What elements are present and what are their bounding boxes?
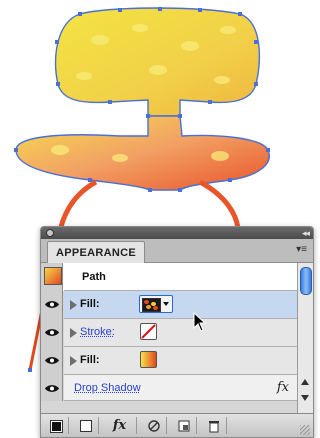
- eye-icon: [45, 385, 59, 392]
- effect-row-body: Drop Shadow fx: [64, 375, 297, 401]
- expand-triangle-icon[interactable]: [70, 328, 77, 338]
- fill-row-body: Fill:: [64, 291, 297, 319]
- fx-icon: fx: [276, 380, 289, 395]
- object-row-body: Path: [64, 263, 297, 291]
- drop-shadow-link[interactable]: Drop Shadow: [74, 382, 141, 394]
- clear-appearance-button[interactable]: [43, 417, 69, 434]
- fill-row-body: Fill:: [64, 347, 297, 375]
- duplicate-item-icon: [178, 420, 189, 432]
- chair-back-shape: [54, 7, 261, 117]
- appearance-panel: ◂◂ APPEARANCE ▾≡ Path Fill: Stroke: Fill…: [40, 226, 314, 438]
- clear-icon: [147, 420, 160, 432]
- scrollbar[interactable]: [297, 263, 313, 413]
- clear-appearance-icon: [50, 420, 63, 433]
- add-stroke-button[interactable]: [73, 417, 99, 434]
- effect-row[interactable]: Drop Shadow fx: [41, 375, 297, 401]
- visibility-toggle[interactable]: [41, 319, 63, 347]
- collapse-icon[interactable]: ◂◂: [302, 227, 310, 239]
- panel-menu-icon[interactable]: ▾≡: [296, 244, 307, 256]
- chevron-down-icon: [163, 302, 169, 306]
- close-icon[interactable]: [46, 229, 54, 237]
- add-effect-button[interactable]: fx: [103, 417, 137, 434]
- clear-button[interactable]: [141, 417, 167, 434]
- fill-row[interactable]: Fill:: [41, 347, 297, 375]
- eye-icon: [45, 329, 59, 336]
- fill-row[interactable]: Fill:: [41, 291, 297, 319]
- visibility-toggle[interactable]: [41, 347, 63, 375]
- eye-icon: [45, 301, 59, 308]
- chair-leg-right: [198, 179, 241, 229]
- delete-item-icon: [208, 421, 219, 433]
- none-swatch-icon: [141, 324, 156, 339]
- resize-grip[interactable]: [300, 425, 310, 435]
- visibility-toggle[interactable]: [41, 375, 63, 401]
- path-thumbnail: [44, 267, 62, 285]
- scroll-up-icon[interactable]: [301, 379, 309, 385]
- fill-label: Fill:: [80, 354, 100, 366]
- panel-toolbar: fx: [41, 413, 313, 437]
- scroll-thumb[interactable]: [300, 267, 312, 295]
- object-row[interactable]: Path: [41, 263, 297, 291]
- visibility-toggle[interactable]: [41, 291, 63, 319]
- tab-appearance[interactable]: APPEARANCE: [47, 241, 146, 263]
- stroke-label-link[interactable]: Stroke:: [80, 326, 115, 338]
- object-label: Path: [82, 271, 106, 283]
- cursor-arrow-icon: [193, 312, 207, 332]
- expand-triangle-icon[interactable]: [70, 356, 77, 366]
- fill-swatch-dropdown[interactable]: [139, 295, 173, 313]
- scroll-down-icon[interactable]: [301, 395, 309, 401]
- delete-item-button[interactable]: [201, 417, 227, 434]
- expand-triangle-icon[interactable]: [70, 300, 77, 310]
- stroke-swatch[interactable]: [140, 323, 157, 340]
- stroke-row[interactable]: Stroke:: [41, 319, 297, 347]
- pattern-swatch-icon: [142, 298, 161, 312]
- gradient-swatch[interactable]: [140, 351, 157, 368]
- chair-leg-left: [57, 179, 98, 233]
- duplicate-item-button[interactable]: [171, 417, 197, 434]
- stroke-row-body: Stroke:: [64, 319, 297, 347]
- eye-icon: [45, 357, 59, 364]
- thumbnail-column: [41, 263, 63, 291]
- fill-label: Fill:: [80, 298, 100, 310]
- panel-titlebar[interactable]: ◂◂: [41, 227, 313, 239]
- add-stroke-icon: [80, 420, 92, 432]
- tab-row: APPEARANCE ▾≡: [41, 239, 313, 263]
